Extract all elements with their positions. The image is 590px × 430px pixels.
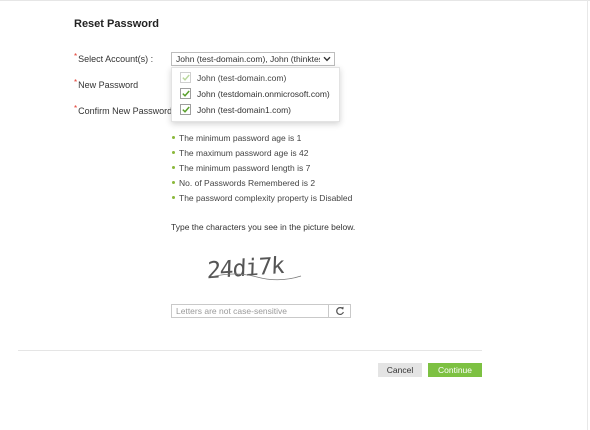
select-account-label: *Select Account(s) :	[74, 52, 154, 64]
checkbox-checked[interactable]	[180, 104, 191, 115]
new-password-label: *New Password	[74, 78, 139, 90]
account-select-value: John (test-domain.com), John (thinktest	[176, 54, 324, 64]
refresh-captcha-button[interactable]	[328, 305, 351, 317]
captcha-image: 24di7k	[207, 253, 302, 284]
page-title: Reset Password	[74, 18, 159, 30]
account-option[interactable]: John (test-domain1.com)	[172, 102, 339, 117]
policy-rule: The password complexity property is Disa…	[172, 193, 352, 203]
account-option-label: John (test-domain1.com)	[197, 104, 292, 115]
required-mark: *	[74, 52, 78, 61]
checkbox-disabled-checked	[180, 72, 191, 83]
required-mark: *	[74, 104, 78, 113]
chevron-down-icon[interactable]	[320, 53, 334, 65]
bullet-icon	[172, 196, 175, 199]
confirm-password-label: *Confirm New Password	[74, 104, 173, 116]
footer-divider	[18, 350, 482, 351]
bullet-icon	[172, 181, 175, 184]
bullet-icon	[172, 166, 175, 169]
continue-button[interactable]: Continue	[428, 363, 482, 377]
cancel-button[interactable]: Cancel	[378, 363, 422, 377]
account-option-label: John (test-domain.com)	[197, 72, 287, 83]
account-dropdown-menu: John (test-domain.com) John (testdomain.…	[171, 67, 340, 122]
account-select[interactable]: John (test-domain.com), John (thinktest	[171, 52, 335, 66]
account-option-label: John (testdomain.onmicrosoft.com)	[197, 88, 330, 99]
policy-rule: The minimum password length is 7	[172, 163, 310, 173]
bullet-icon	[172, 136, 175, 139]
refresh-icon	[336, 306, 344, 316]
required-mark: *	[74, 78, 78, 87]
top-border	[0, 0, 590, 4]
captcha-instruction: Type the characters you see in the pictu…	[171, 222, 356, 232]
account-option[interactable]: John (testdomain.onmicrosoft.com)	[172, 86, 339, 101]
captcha-input[interactable]	[171, 304, 351, 318]
policy-rule: No. of Passwords Remembered is 2	[172, 178, 315, 188]
policy-rule: The minimum password age is 1	[172, 133, 301, 143]
checkbox-checked[interactable]	[180, 88, 191, 99]
account-option: John (test-domain.com)	[172, 70, 339, 85]
bullet-icon	[172, 151, 175, 154]
policy-rule: The maximum password age is 42	[172, 148, 308, 158]
